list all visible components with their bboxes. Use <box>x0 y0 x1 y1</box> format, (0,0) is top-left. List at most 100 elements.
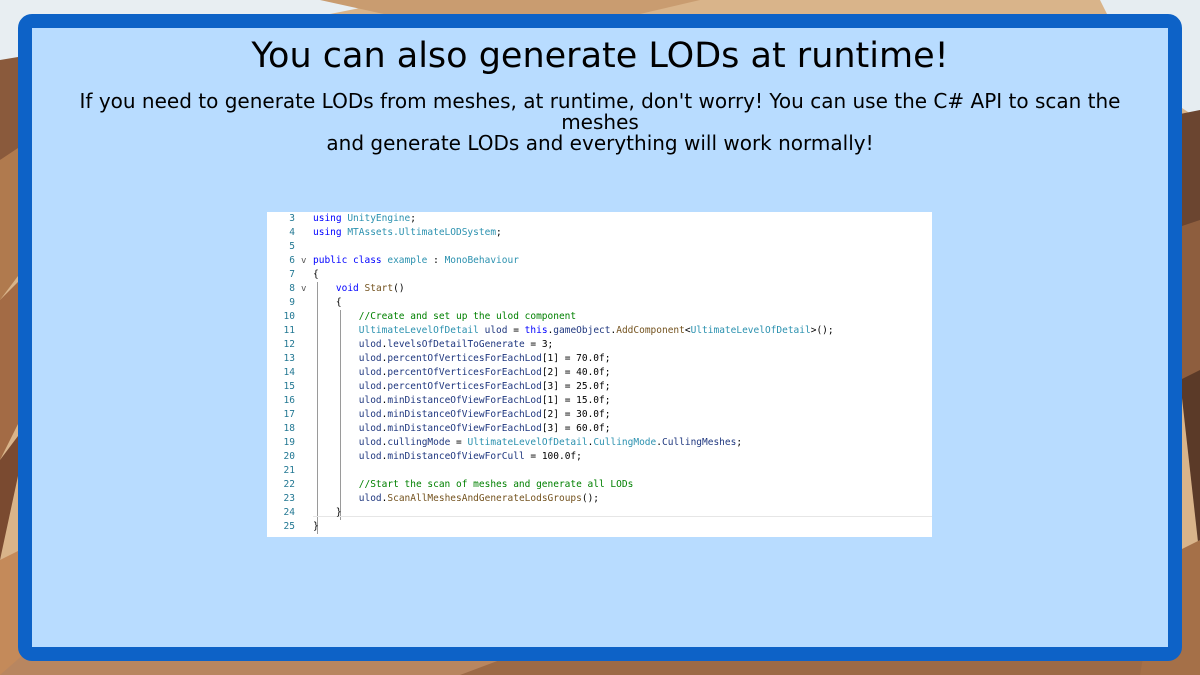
fold-chevron-icon[interactable]: v <box>301 282 306 296</box>
code-line: 13 ulod.percentOfVerticesForEachLod[1] =… <box>267 352 932 366</box>
code-token: Start <box>364 283 394 294</box>
code-line: 12 ulod.levelsOfDetailToGenerate = 3; <box>267 338 932 352</box>
code-token: >(); <box>810 325 834 336</box>
code-screenshot: 3 using UnityEngine; 4 using MTAssets.Ultim… <box>267 212 932 537</box>
code-text: ulod.minDistanceOfViewForEachLod[2] = 30… <box>313 408 611 422</box>
code-text: ulod.minDistanceOfViewForEachLod[3] = 60… <box>313 422 611 436</box>
code-token: ScanAllMeshesAndGenerateLodsGroups <box>387 493 582 504</box>
line-number: 25 <box>283 521 295 532</box>
code-token: example <box>387 255 428 266</box>
code-text: { <box>313 268 319 282</box>
code-line: 3 using UnityEngine; <box>267 212 932 226</box>
code-token: ; <box>736 437 743 448</box>
code-line: 16 ulod.minDistanceOfViewForEachLod[1] =… <box>267 394 932 408</box>
code-token: ulod <box>358 437 382 448</box>
line-number: 9 <box>289 297 295 308</box>
code-token: using <box>313 213 348 224</box>
code-line: 21 <box>267 464 932 478</box>
slide-subtitle: If you need to generate LODs from meshes… <box>40 91 1160 154</box>
code-token: percentOfVerticesForEachLod <box>387 367 542 378</box>
code-text: ulod.percentOfVerticesForEachLod[2] = 40… <box>313 366 611 380</box>
code-line: 19 ulod.cullingMode = UltimateLevelOfDet… <box>267 436 932 450</box>
code-line: 10 //Create and set up the ulod componen… <box>267 310 932 324</box>
line-number: 24 <box>283 507 295 518</box>
code-token: : <box>427 255 445 266</box>
line-number: 21 <box>283 465 295 476</box>
code-token: UltimateLevelOfDetail <box>467 437 588 448</box>
line-number: 19 <box>283 437 295 448</box>
code-token: void <box>335 283 365 294</box>
line-number: 11 <box>283 325 295 336</box>
code-line: 17 ulod.minDistanceOfViewForEachLod[2] =… <box>267 408 932 422</box>
code-token: ulod <box>358 381 382 392</box>
code-token: ; <box>496 227 502 238</box>
code-text: ulod.minDistanceOfViewForCull = 100.0f; <box>313 450 582 464</box>
code-line: 25} <box>267 520 932 534</box>
code-text: { <box>313 296 342 310</box>
code-token: minDistanceOfViewForEachLod <box>387 409 542 420</box>
line-number: 10 <box>283 311 295 322</box>
code-line: 11 UltimateLevelOfDetail ulod = this.gam… <box>267 324 932 338</box>
code-line: 4 using MTAssets.UltimateLODSystem; <box>267 226 932 240</box>
code-token: ulod <box>484 325 508 336</box>
code-text: } <box>313 520 319 534</box>
code-token: ulod <box>358 353 382 364</box>
fold-chevron-icon[interactable]: v <box>301 254 306 268</box>
line-number: 17 <box>283 409 295 420</box>
subtitle-line-2: and generate LODs and everything will wo… <box>326 131 874 155</box>
line-number: 8 <box>289 283 295 294</box>
code-token: } <box>313 521 319 532</box>
line-number: 22 <box>283 479 295 490</box>
code-token: //Create and set up the ulod component <box>358 311 577 322</box>
code-token: MTAssets.UltimateLODSystem <box>347 227 497 238</box>
code-token: minDistanceOfViewForEachLod <box>387 423 542 434</box>
line-number: 18 <box>283 423 295 434</box>
code-token: = 100.0f; <box>524 451 582 462</box>
code-token: using <box>313 227 348 238</box>
code-text: UltimateLevelOfDetail ulod = this.gameOb… <box>313 324 834 338</box>
slide-title: You can also generate LODs at runtime! <box>251 36 949 76</box>
code-token: [3] = 25.0f; <box>541 381 611 392</box>
code-text: public class example : MonoBehaviour <box>313 254 519 268</box>
code-token: ulod <box>358 451 382 462</box>
code-text: //Create and set up the ulod component <box>313 310 576 324</box>
code-token: gameObject <box>553 325 611 336</box>
code-token: (); <box>581 493 600 504</box>
code-text: ulod.cullingMode = UltimateLevelOfDetail… <box>313 436 742 450</box>
code-token: ulod <box>358 409 382 420</box>
code-token: ulod <box>358 493 382 504</box>
line-number: 13 <box>283 353 295 364</box>
code-token: AddComponent <box>616 325 685 336</box>
code-line: 9 { <box>267 296 932 310</box>
code-text: using MTAssets.UltimateLODSystem; <box>313 226 502 240</box>
code-token: MonoBehaviour <box>444 255 519 266</box>
line-number: 15 <box>283 381 295 392</box>
code-token: public class <box>313 255 388 266</box>
code-line: 20 ulod.minDistanceOfViewForCull = 100.0… <box>267 450 932 464</box>
line-number: 16 <box>283 395 295 406</box>
code-text: using UnityEngine; <box>313 212 416 226</box>
code-token: = 3; <box>524 339 554 350</box>
line-number: 6 <box>289 255 295 266</box>
code-token: //Start the scan of meshes and generate … <box>358 479 634 490</box>
code-token: percentOfVerticesForEachLod <box>387 381 542 392</box>
code-token: minDistanceOfViewForCull <box>387 451 525 462</box>
code-text: } <box>313 506 342 520</box>
code-token: = <box>507 325 525 336</box>
code-token: [1] = 70.0f; <box>541 353 611 364</box>
code-line: 14 ulod.percentOfVerticesForEachLod[2] =… <box>267 366 932 380</box>
line-number: 20 <box>283 451 295 462</box>
code-text: ulod.minDistanceOfViewForEachLod[1] = 15… <box>313 394 611 408</box>
code-text: ulod.percentOfVerticesForEachLod[1] = 70… <box>313 352 611 366</box>
line-number: 3 <box>289 213 295 224</box>
code-token: ulod <box>358 395 382 406</box>
code-token: () <box>393 283 405 294</box>
